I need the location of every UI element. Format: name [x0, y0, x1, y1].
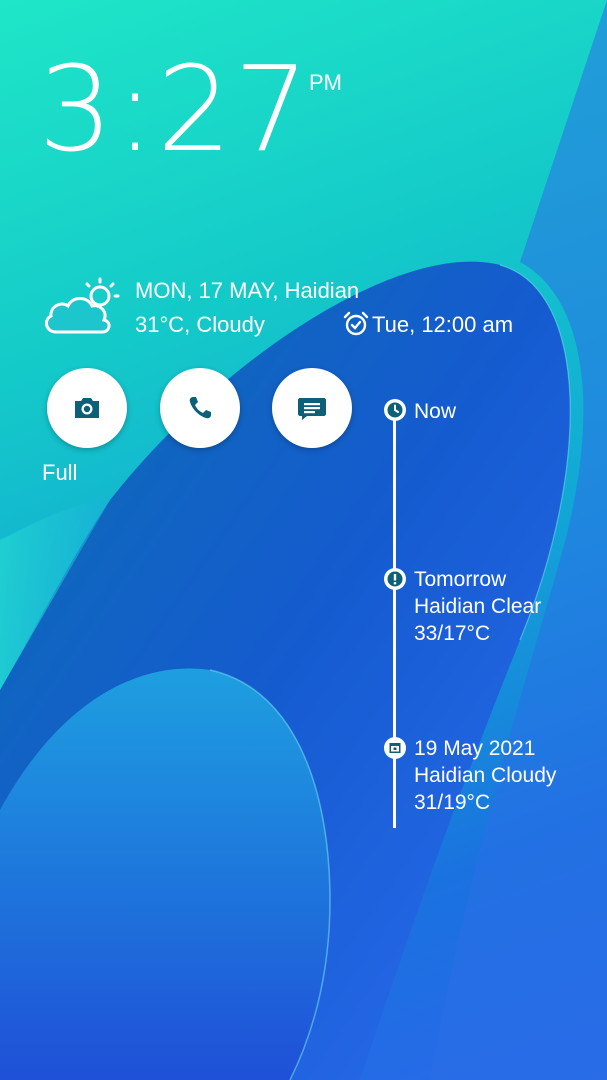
timeline-item-now: Now [414, 398, 456, 425]
timeline-title: Now [414, 400, 457, 423]
timeline-line [393, 410, 396, 828]
timeline-title: 19 May 2021 [414, 737, 536, 760]
phone-shortcut-button[interactable] [160, 368, 240, 448]
clock-icon [384, 399, 406, 421]
temperature-text: 31°C, Cloudy [135, 312, 265, 337]
camera-shortcut-button[interactable] [47, 368, 127, 448]
message-shortcut-button[interactable] [272, 368, 352, 448]
timeline-item-19-may[interactable]: 19 May 2021 Haidian Cloudy 31/19°C [414, 735, 556, 816]
timeline-line1: Haidian Clear [414, 595, 542, 618]
camera-icon [75, 398, 99, 418]
calendar-icon [384, 737, 406, 759]
clock-time: 3:27 [38, 40, 311, 178]
clock-ampm: PM [309, 70, 342, 95]
alarm-clock-icon [343, 311, 369, 336]
alert-icon [384, 568, 406, 590]
timeline-line2: 31/19°C [414, 791, 491, 814]
lock-screen: 3:27 PM MON, 17 MAY, Haidian 31°C, Cloud… [0, 0, 607, 1080]
timeline-line2: 33/17°C [414, 622, 491, 645]
alarm-time-text: Tue, 12:00 am [372, 312, 514, 337]
timeline-line1: Haidian Cloudy [414, 764, 557, 787]
message-icon [298, 398, 326, 420]
partly-cloudy-icon [44, 277, 120, 334]
phone-icon [189, 397, 211, 419]
date-location-text: MON, 17 MAY, Haidian [135, 278, 360, 303]
timeline-title: Tomorrow [414, 568, 507, 591]
timeline-item-tomorrow[interactable]: Tomorrow Haidian Clear 33/17°C [414, 566, 541, 647]
full-label: Full [42, 460, 78, 485]
